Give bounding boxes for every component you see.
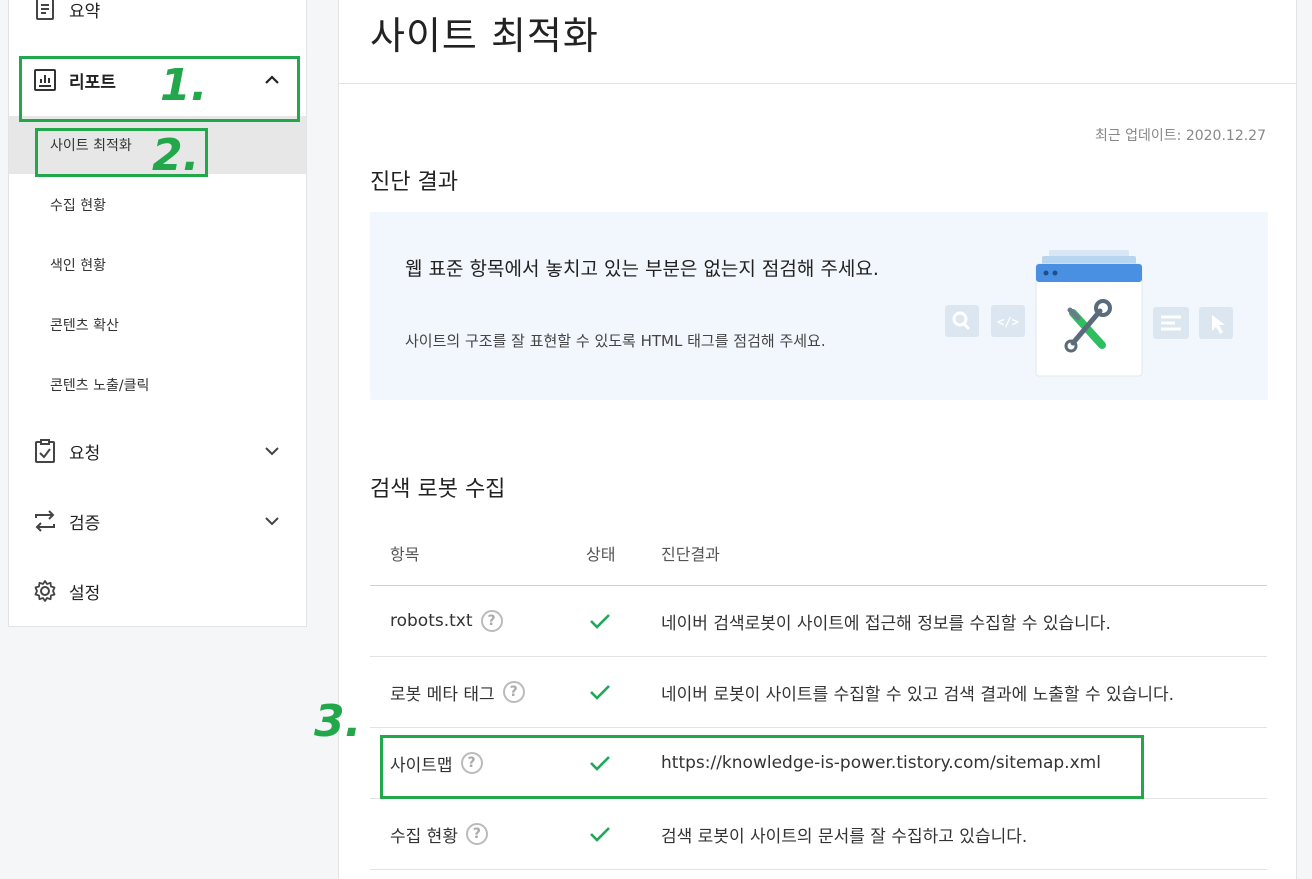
table-row: robots.txt? 네이버 검색로봇이 사이트에 접근해 정보를 수집할 수…: [370, 586, 1267, 657]
help-icon[interactable]: ?: [502, 681, 525, 703]
subnav-content-spread[interactable]: 콘텐츠 확산: [9, 296, 306, 354]
help-icon[interactable]: ?: [465, 823, 488, 845]
svg-text:</>: </>: [997, 315, 1019, 329]
clipboard-check-icon: [33, 439, 57, 463]
nav-request-label: 요청: [69, 443, 101, 464]
annotation-number-1: 1.: [160, 60, 208, 111]
annotation-box-sitemap: [380, 735, 1144, 799]
nav-verify-label: 검증: [69, 513, 101, 534]
table-row: 로봇 메타 태그? 네이버 로봇이 사이트를 수집할 수 있고 검색 결과에 노…: [370, 657, 1267, 728]
diagnosis-title: 진단 결과: [370, 170, 458, 195]
nav-verify[interactable]: 검증: [9, 496, 306, 546]
diagnosis-illustration: </>: [945, 250, 1233, 377]
subnav-content-exposure[interactable]: 콘텐츠 노출/클릭: [9, 356, 306, 414]
gear-icon: [33, 579, 57, 603]
page-title: 사이트 최적화: [370, 14, 599, 58]
column-header-status: 상태: [586, 544, 616, 564]
nav-summary[interactable]: 요약: [9, 0, 306, 34]
row-item-label: robots.txt: [390, 611, 473, 631]
row-result: 검색 로봇이 사이트의 문서를 잘 수집하고 있습니다.: [661, 826, 1028, 847]
chevron-down-icon: [264, 443, 280, 459]
last-updated: 최근 업데이트: 2020.12.27: [1094, 128, 1266, 144]
help-icon[interactable]: ?: [480, 610, 503, 632]
check-icon: [590, 827, 610, 842]
repeat-icon: [33, 509, 57, 533]
subnav-index-status[interactable]: 색인 현황: [9, 236, 306, 294]
row-item-label: 수집 현황: [390, 826, 458, 847]
nav-request[interactable]: 요청: [9, 426, 306, 476]
nav-settings-label: 설정: [69, 583, 101, 604]
annotation-number-3: 3.: [314, 696, 362, 747]
row-result: 네이버 로봇이 사이트를 수집할 수 있고 검색 결과에 노출할 수 있습니다.: [661, 684, 1175, 705]
column-header-item: 항목: [390, 544, 420, 564]
table-row: 수집 현황? 검색 로봇이 사이트의 문서를 잘 수집하고 있습니다.: [370, 799, 1267, 870]
row-item-label: 로봇 메타 태그: [390, 684, 495, 705]
check-icon: [590, 685, 610, 700]
annotation-number-2: 2.: [152, 130, 200, 181]
nav-summary-label: 요약: [69, 1, 101, 22]
diagnosis-description: 사이트의 구조를 잘 표현할 수 있도록 HTML 태그를 점검해 주세요.: [405, 332, 826, 350]
subnav-crawl-status[interactable]: 수집 현황: [9, 176, 306, 234]
column-header-result: 진단결과: [661, 544, 720, 564]
title-divider: [339, 83, 1296, 84]
check-icon: [590, 614, 610, 629]
diagnosis-headline: 웹 표준 항목에서 놓치고 있는 부분은 없는지 점검해 주세요.: [405, 258, 879, 280]
row-result: 네이버 검색로봇이 사이트에 접근해 정보를 수집할 수 있습니다.: [661, 613, 1111, 634]
diagnosis-panel: 웹 표준 항목에서 놓치고 있는 부분은 없는지 점검해 주세요. 사이트의 구…: [370, 212, 1268, 400]
document-icon: [33, 0, 57, 21]
nav-settings[interactable]: 설정: [9, 566, 306, 616]
crawl-title: 검색 로봇 수집: [370, 477, 506, 502]
chevron-down-icon: [264, 513, 280, 529]
